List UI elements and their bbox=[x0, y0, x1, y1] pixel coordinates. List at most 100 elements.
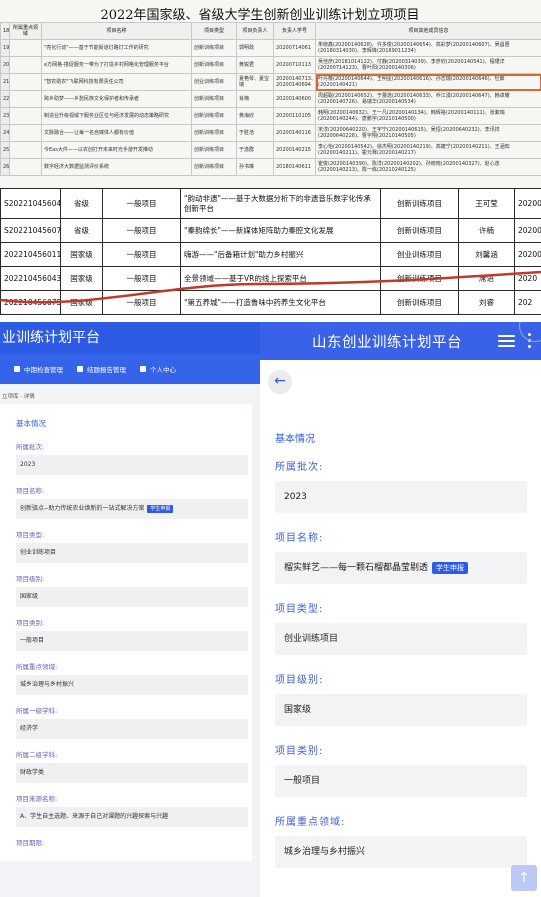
table-cell: 创新训练项目 bbox=[191, 107, 237, 125]
project-category: 一般项目 bbox=[102, 290, 181, 315]
field-label: 所属批次: bbox=[275, 462, 324, 473]
project-table: 18 所属重点领域 项目名称 项目类型 项目负责人 负责人学号 项目其他成员信息… bbox=[0, 22, 541, 176]
floating-circle-icon[interactable] bbox=[519, 322, 541, 342]
breadcrumb: 立项库 · 详情 bbox=[2, 394, 35, 400]
row-number: 25 bbox=[0, 141, 10, 159]
nav-midterm-check[interactable]: 中期检查管理 bbox=[14, 364, 63, 374]
nav-final-report[interactable]: 结题报告管理 bbox=[77, 364, 126, 374]
table-cell: 朱晓鑫(20200140628)、许多俊(20200140654)、高彩梦(20… bbox=[315, 39, 541, 57]
project-level: 省级 bbox=[60, 218, 103, 243]
project-level: 省级 bbox=[60, 188, 103, 219]
field-label: 项目类别: bbox=[275, 746, 324, 757]
project-code: S202210456041X bbox=[0, 188, 61, 219]
table-row: 19 "亮化行动"——基于节能街道灯路灯工作的研究 创新训练项目 郭明政 202… bbox=[0, 39, 541, 57]
project-leader: 席进 bbox=[458, 266, 515, 291]
project-name: "秦韵绵长"——新媒体矩阵助力秦腔文化发展 bbox=[180, 218, 381, 243]
app-header: 山东创业训练计划平台 bbox=[260, 322, 541, 360]
table-cell: "亮化行动"——基于节能街道灯路灯工作的研究 bbox=[41, 39, 192, 57]
row-number: 20 bbox=[0, 56, 10, 74]
column-header: 项目其他成员信息 bbox=[315, 22, 541, 40]
table-cell: 夏艳琴、夏宝瑞 bbox=[236, 73, 274, 91]
table-cell: 韩明(20200140632)、王一凡(20200140134)、韩辉裕(202… bbox=[315, 107, 541, 125]
field-label: 所属重点领域: bbox=[16, 663, 58, 671]
table-cell: 孙书琳 bbox=[236, 158, 274, 176]
project-leader: 刘馨涵 bbox=[458, 242, 515, 267]
project-leader: 刘睿 bbox=[458, 290, 515, 315]
project-name-value: 创新驿点--助力传统农业焕新的一站式解决方案 bbox=[20, 505, 145, 512]
column-header: 负责人学号 bbox=[273, 22, 316, 40]
table-cell: 今Eas大件——以农创打开未来时光手游开发推动 bbox=[41, 141, 192, 159]
table-cell bbox=[9, 39, 42, 57]
field-label: 所属批次: bbox=[16, 443, 45, 451]
field-value-with-badge: 创新驿点--助力传统农业焕新的一站式解决方案 学生申报 bbox=[16, 499, 248, 519]
table-cell: 创新训练项目 bbox=[191, 158, 237, 176]
section-title: 基本情况 bbox=[275, 434, 315, 445]
project-leader: 许楠 bbox=[458, 218, 515, 243]
table-cell bbox=[9, 158, 42, 176]
student-id: 2020010 bbox=[514, 218, 541, 243]
field-value: 财政学类 bbox=[16, 763, 248, 783]
field-label: 所属重点领域: bbox=[275, 817, 346, 828]
left-platform-title: 业训练计划平台 bbox=[0, 322, 260, 354]
nav-personal-center[interactable]: 个人中心 bbox=[140, 364, 176, 374]
table-cell bbox=[9, 141, 42, 159]
table-cell: 20200110105 bbox=[273, 107, 316, 125]
table-row: 202210456075X 国家级 一般项目 "第五养城"——打造鲁味中药养生文… bbox=[0, 290, 541, 315]
project-type: 创新训练项目 bbox=[380, 188, 459, 219]
project-list-screenshot: S202210456041X 省级 一般项目 "韵动非遗"——基于大数据分析下的… bbox=[0, 188, 541, 322]
field-value: 经济学 bbox=[16, 719, 248, 739]
clipboard-icon bbox=[14, 366, 20, 372]
project-level: 国家级 bbox=[60, 290, 103, 315]
table-row: 20 e方网格-搭促服务一带为了打造乡村网格化管理服务平台 创新训练项目 黄锐君… bbox=[0, 56, 541, 74]
table-cell: 郭明政 bbox=[236, 39, 274, 57]
field-value: 创业训练项目 bbox=[16, 543, 248, 563]
table-cell: 黄锐君 bbox=[236, 56, 274, 74]
table-cell: 创新训练项目 bbox=[191, 56, 237, 74]
field-value: A、学生自主选题、来源于自己对课题的兴趣探索与兴趣 bbox=[16, 807, 248, 827]
document-icon bbox=[77, 366, 83, 372]
table-row: 26 数字经济大数据监测评价系统 创新训练项目 孙书琳 20180140611 … bbox=[0, 158, 541, 176]
column-header: 项目名称 bbox=[41, 22, 192, 40]
table-row: 22 跨乡助梦——乡愁民族文化保护者和传承者 创新训练项目 肖楠 2020014… bbox=[0, 90, 541, 108]
table-cell: 宋淳(20200640220)、王宇宁(20200140615)、吴恒(2020… bbox=[315, 124, 541, 142]
project-code: 202210456011X bbox=[0, 242, 61, 267]
table-row: 23 制造业升级视域下服务业区位与经济发展的动态策略研究 创新训练项目 黄海欣 … bbox=[0, 107, 541, 125]
project-type: 创新训练项目 bbox=[380, 266, 459, 291]
student-application-badge: 学生申报 bbox=[432, 561, 469, 574]
column-header: 项目负责人 bbox=[236, 22, 274, 40]
table-row: 202210456043X 国家级 一般项目 全景领域——基于VR的线上探索平台… bbox=[0, 266, 541, 291]
project-level: 国家级 bbox=[60, 242, 103, 267]
table-cell: 数字经济大数据监测评价系统 bbox=[41, 158, 192, 176]
table-cell: 创新训练项目 bbox=[191, 124, 237, 142]
back-arrow-icon[interactable]: ← bbox=[268, 370, 292, 394]
field-value: 国家级 bbox=[275, 694, 527, 726]
field-label: 项目来源名称: bbox=[16, 795, 58, 803]
table-cell: 于逸群 bbox=[236, 141, 274, 159]
row-number: 24 bbox=[0, 124, 10, 142]
field-value: 城乡治理与乡村振兴 bbox=[16, 675, 248, 695]
project-level: 国家级 bbox=[60, 266, 103, 291]
table-row: 202210456011X 国家级 一般项目 嗨游——"后备箱计划"助力乡村振兴… bbox=[0, 242, 541, 267]
menu-icon[interactable] bbox=[498, 335, 515, 347]
project-category: 一般项目 bbox=[102, 218, 181, 243]
left-detail-card: 基本情况 所属批次: 2023 项目名称: 创新驿点--助力传统农业焕新的一站式… bbox=[0, 404, 252, 861]
table-cell: 20200710113 bbox=[273, 56, 316, 74]
student-application-badge: 学生申报 bbox=[147, 504, 174, 513]
project-code: 202210456043X bbox=[0, 266, 61, 291]
table-cell bbox=[9, 90, 42, 108]
project-code: S202210456073 bbox=[0, 218, 61, 243]
field-label: 项目期限: bbox=[16, 839, 45, 847]
field-value-with-badge: 榴实鲜艺——每一颗石榴都晶莹剔透 学生申报 bbox=[275, 552, 527, 584]
table-cell: 跨乡助梦——乡愁民族文化保护者和传承者 bbox=[41, 90, 192, 108]
table-cell bbox=[9, 124, 42, 142]
table-row: S202210456041X 省级 一般项目 "韵动非遗"——基于大数据分析下的… bbox=[0, 188, 541, 219]
table-cell bbox=[9, 107, 42, 125]
table-row: 21 "智农助农"飞联网科技有限责任公司 创业训练项目 夏艳琴、夏宝瑞 2020… bbox=[0, 73, 541, 91]
project-name: "第五养城"——打造鲁味中药养生文化平台 bbox=[180, 290, 381, 315]
table-cell: 创业训练项目 bbox=[191, 73, 237, 91]
field-value: 2023 bbox=[16, 455, 248, 475]
highlighted-cell: 叶丹樱(20200140644)、王明星(20200140616)、孙志瑞(20… bbox=[315, 73, 541, 91]
scroll-to-top-button[interactable]: ↑ bbox=[511, 865, 537, 891]
field-value: 一般项目 bbox=[275, 765, 527, 797]
project-name: 嗨游——"后备箱计划"助力乡村振兴 bbox=[180, 242, 381, 267]
